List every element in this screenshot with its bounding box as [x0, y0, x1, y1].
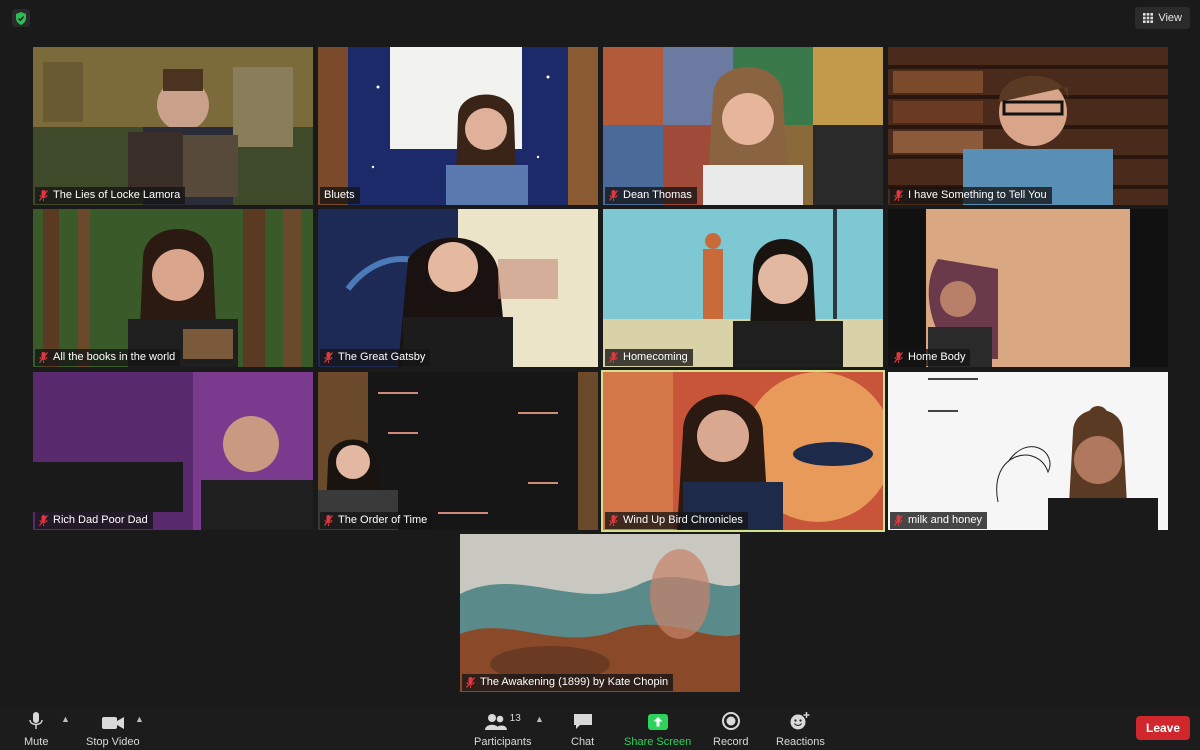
video-tile-homecoming[interactable]: Homecoming [603, 209, 883, 367]
video-tile-the-order-of-time[interactable]: The Order of Time [318, 372, 598, 530]
reactions-icon [790, 712, 810, 730]
stop-video-button[interactable]: Stop Video [86, 710, 140, 748]
participant-video [460, 534, 740, 692]
participants-button[interactable]: 13 Participants [474, 710, 531, 748]
video-tile-the-great-gatsby[interactable]: The Great Gatsby [318, 209, 598, 367]
participant-video [33, 209, 313, 367]
participant-video [888, 47, 1168, 205]
mic-muted-icon [324, 352, 333, 363]
participant-name-tag: Wind Up Bird Chronicles [605, 512, 748, 529]
participant-video [603, 209, 883, 367]
participant-video [603, 372, 883, 530]
view-button[interactable]: View [1135, 7, 1190, 29]
participants-icon [484, 714, 507, 730]
chat-button[interactable]: Chat [571, 710, 594, 748]
participant-name-tag: The Great Gatsby [320, 349, 431, 366]
record-button[interactable]: Record [713, 710, 748, 748]
grid-view-icon [1143, 13, 1154, 23]
video-tile-wind-up-bird-chronicles[interactable]: Wind Up Bird Chronicles [601, 370, 885, 532]
participant-name-tag: The Lies of Locke Lamora [35, 187, 186, 204]
participant-name-tag: Homecoming [605, 349, 693, 366]
participant-name-tag: The Awakening (1899) by Kate Chopin [462, 674, 674, 691]
chat-icon [573, 714, 592, 729]
mute-button[interactable]: Mute [24, 710, 48, 748]
meeting-toolbar: Mute ▲ Stop Video ▲ 13 Participants ▲ Ch… [0, 706, 1200, 750]
mic-muted-icon [39, 515, 48, 526]
mic-muted-icon [466, 677, 475, 688]
shield-check-icon[interactable] [12, 9, 30, 27]
participant-video [318, 372, 598, 530]
mic-muted-icon [609, 352, 618, 363]
participant-video [318, 209, 598, 367]
mute-options-chevron-icon[interactable]: ▲ [61, 714, 70, 724]
participant-video [888, 372, 1168, 530]
participant-video [888, 209, 1168, 367]
participants-options-chevron-icon[interactable]: ▲ [535, 714, 544, 724]
participant-name-tag: All the books in the world [35, 349, 181, 366]
video-camera-icon [101, 717, 124, 729]
view-label: View [1158, 12, 1182, 24]
video-tile-dean-thomas[interactable]: Dean Thomas [603, 47, 883, 205]
participant-name-tag: I have Something to Tell You [890, 187, 1052, 204]
participant-name-tag: The Order of Time [320, 512, 433, 529]
participant-name-tag: Home Body [890, 349, 971, 366]
mic-muted-icon [324, 515, 333, 526]
participant-video [318, 47, 598, 205]
participant-name-tag: milk and honey [890, 512, 987, 529]
participant-video [603, 47, 883, 205]
video-tile-bluets[interactable]: Bluets [318, 47, 598, 205]
mic-muted-icon [609, 515, 618, 526]
video-tile-i-have-something[interactable]: I have Something to Tell You [888, 47, 1168, 205]
share-screen-button[interactable]: Share Screen [624, 710, 691, 748]
mic-muted-icon [609, 190, 618, 201]
leave-button[interactable]: Leave [1136, 716, 1190, 740]
participant-name-tag: Rich Dad Poor Dad [35, 512, 153, 529]
microphone-icon [29, 712, 43, 729]
video-tile-home-body[interactable]: Home Body [888, 209, 1168, 367]
video-tile-lies-of-locke-lamora[interactable]: The Lies of Locke Lamora [33, 47, 313, 205]
mic-muted-icon [39, 190, 48, 201]
reactions-button[interactable]: Reactions [776, 710, 825, 748]
video-tile-rich-dad-poor-dad[interactable]: Rich Dad Poor Dad [33, 372, 313, 530]
participant-video [33, 47, 313, 205]
participant-video [33, 372, 313, 530]
participants-count: 13 [509, 713, 521, 724]
mic-muted-icon [894, 352, 903, 363]
video-tile-all-the-books[interactable]: All the books in the world [33, 209, 313, 367]
share-screen-icon [647, 714, 668, 730]
mic-muted-icon [894, 190, 903, 201]
mic-muted-icon [894, 515, 903, 526]
participant-name-tag: Dean Thomas [605, 187, 697, 204]
video-tile-milk-and-honey[interactable]: milk and honey [888, 372, 1168, 530]
record-icon [721, 712, 740, 730]
video-options-chevron-icon[interactable]: ▲ [135, 714, 144, 724]
mic-muted-icon [39, 352, 48, 363]
participant-name-tag: Bluets [320, 187, 360, 204]
zoom-meeting-window: View The Lies of Locke Lamora Bluets Dea… [0, 0, 1200, 750]
video-tile-the-awakening[interactable]: The Awakening (1899) by Kate Chopin [460, 534, 740, 692]
